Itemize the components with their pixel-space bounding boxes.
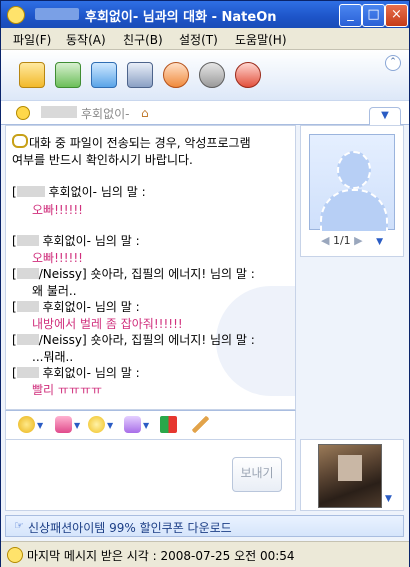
- nateon-status-icon: [7, 547, 23, 563]
- page-indicator: 1/1: [332, 234, 351, 247]
- blurred-nickname: [41, 106, 77, 118]
- flashcon-icon[interactable]: [124, 416, 141, 433]
- profile-pager: ◀ 1/1 ▶ ▼: [321, 234, 383, 247]
- ad-text[interactable]: 신상패션아이템 99% 할인쿠폰 다운로드: [28, 519, 232, 536]
- profile-dropdown-button[interactable]: ▼: [376, 237, 383, 247]
- photo-album-icon[interactable]: [91, 62, 117, 88]
- prev-page-button[interactable]: ◀: [321, 234, 329, 247]
- message-header: [ 후회없이- 님의 말 :: [12, 234, 140, 248]
- message-header: [ 후회없이- 님의 말 :: [12, 300, 140, 314]
- tab-label: 후회없이-: [81, 107, 130, 121]
- multi-chat-icon[interactable]: [127, 62, 153, 88]
- minimize-button[interactable]: _: [339, 4, 362, 27]
- file-send-icon[interactable]: [55, 62, 81, 88]
- minihompy-icon[interactable]: ⌂: [141, 106, 149, 120]
- memo-icon[interactable]: [19, 62, 45, 88]
- chevron-down-icon[interactable]: ▼: [107, 421, 113, 430]
- message-body: 오빠!!!!!!: [32, 251, 83, 265]
- security-warning: 대화 중 파일이 전송되는 경우, 악성프로그램 여부를 반드시 확인하시기 바…: [12, 134, 287, 169]
- window-title: 후회없이- 님과의 대화 - NateOn: [85, 10, 277, 25]
- default-avatar-icon[interactable]: [309, 134, 395, 231]
- message-body: 오빠!!!!!!: [32, 203, 83, 217]
- chat-window: 후회없이- 님과의 대화 - NateOn _ □ × 파일(F) 동작(A) …: [0, 0, 410, 567]
- emoticon-bar: ▼ ▼ ▼ ▼: [5, 410, 296, 440]
- message-body: 빨리 ㅠㅠㅠㅠ: [32, 383, 103, 397]
- ad-banner[interactable]: ☞ 신상패션아이템 99% 할인쿠폰 다운로드: [5, 515, 404, 537]
- blurred-sender-id: [16, 367, 39, 378]
- message-header: [/Neissy] 숏아라, 집필의 에너지! 님의 말 :: [12, 267, 255, 281]
- menu-help[interactable]: 도움말(H): [235, 31, 287, 48]
- next-page-button[interactable]: ▶: [354, 234, 362, 247]
- chat-tab[interactable]: 후회없이- ⌂ ▼: [1, 100, 409, 126]
- message-header: [ 후회없이- 님의 말 :: [12, 185, 146, 199]
- chevron-down-icon[interactable]: ▼: [74, 421, 80, 430]
- profile-panel: ◀ 1/1 ▶ ▼: [300, 125, 404, 257]
- font-icon[interactable]: [160, 416, 177, 433]
- voice-chat-icon[interactable]: [235, 62, 261, 88]
- smiley-status-icon: [16, 106, 30, 120]
- blurred-sender-id: [16, 186, 45, 197]
- message-body: ...뭐래..: [32, 350, 74, 364]
- maximize-button[interactable]: □: [362, 4, 385, 27]
- message-header: [ 후회없이- 님의 말 :: [12, 366, 140, 380]
- pointer-icon: ☞: [14, 519, 24, 532]
- title-bar[interactable]: 후회없이- 님과의 대화 - NateOn _ □ ×: [1, 1, 409, 28]
- smiley-icon[interactable]: [18, 416, 35, 433]
- message-body: 내방에서 벌레 좀 잡아줘!!!!!!: [32, 317, 183, 331]
- toolbar: [1, 50, 409, 100]
- gift-icon[interactable]: [55, 416, 72, 433]
- tab-dropdown-button[interactable]: ▼: [369, 107, 401, 126]
- buddy-photo[interactable]: [318, 444, 382, 508]
- toolbar-expand-button[interactable]: ⌃: [385, 55, 401, 71]
- last-message-time: 마지막 메시지 받은 시각 : 2008-07-25 오전 00:54: [27, 549, 295, 563]
- paperclip-icon: [12, 134, 28, 148]
- send-button[interactable]: 보내기: [232, 457, 282, 492]
- brush-icon[interactable]: [192, 416, 209, 433]
- nateon-app-icon[interactable]: [7, 6, 25, 24]
- blurred-face: [338, 455, 362, 481]
- photo-dropdown-button[interactable]: ▼: [385, 494, 392, 504]
- menu-settings[interactable]: 설정(T): [179, 31, 218, 48]
- blurred-sender-id: [16, 334, 39, 345]
- message-header: [/Neissy] 숏아라, 집필의 에너지! 님의 말 :: [12, 333, 255, 347]
- blurred-sender-id: [16, 301, 39, 312]
- emotion-icon[interactable]: [88, 416, 105, 433]
- message-body: 왜 불러..: [32, 284, 77, 298]
- chevron-down-icon[interactable]: ▼: [37, 421, 43, 430]
- menu-bar: 파일(F) 동작(A) 친구(B) 설정(T) 도움말(H): [1, 28, 409, 50]
- blurred-nickname: [35, 8, 79, 20]
- avatar-head: [337, 151, 371, 189]
- close-button[interactable]: ×: [385, 4, 408, 27]
- chevron-down-icon[interactable]: ▼: [143, 421, 149, 430]
- warning-line-1: 대화 중 파일이 전송되는 경우, 악성프로그램: [29, 136, 251, 150]
- status-bar: 마지막 메시지 받은 시각 : 2008-07-25 오전 00:54: [1, 541, 409, 567]
- avatar-shoulders: [320, 189, 388, 231]
- chat-log[interactable]: 대화 중 파일이 전송되는 경우, 악성프로그램 여부를 반드시 확인하시기 바…: [5, 125, 296, 410]
- menu-friend[interactable]: 친구(B): [123, 31, 163, 48]
- alarm-icon[interactable]: [163, 62, 189, 88]
- menu-action[interactable]: 동작(A): [66, 31, 106, 48]
- remote-control-icon[interactable]: [199, 62, 225, 88]
- blurred-sender-id: [16, 268, 39, 279]
- warning-line-2: 여부를 반드시 확인하시기 바랍니다.: [12, 153, 193, 167]
- menu-file[interactable]: 파일(F): [13, 31, 51, 48]
- blurred-sender-id: [16, 235, 39, 246]
